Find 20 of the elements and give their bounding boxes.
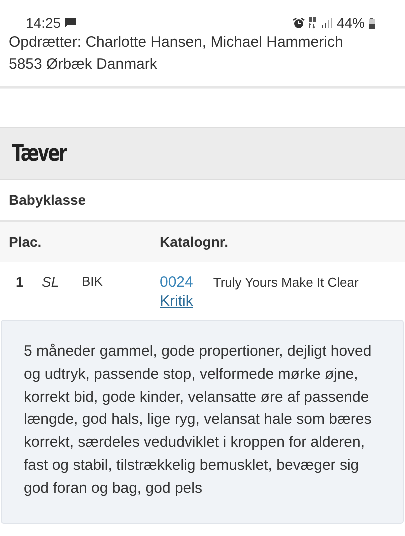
signal-icon	[320, 18, 333, 28]
alarm-icon	[292, 18, 305, 28]
critique-text: 5 måneder gammel, gode propertioner, dejligt hoved og udtryk, passende stop, velformede mørke øjne, korrekt bid, gode kinder, velansatte øre af passende længde, god hals, lige ryg, velansat hale som bæres korrekt, særdeles vedudviklet i kroppen for alderen, fast og stabil, tilstrækkelig bemusklet, bevæger sig god foran og bag, god pels	[24, 343, 372, 497]
dog-name: Truly Yours Make It Clear	[213, 275, 359, 290]
message-icon	[65, 18, 76, 28]
status-time: 14:25	[26, 15, 62, 31]
breeder-address: 5853 Ørbæk Danmark	[9, 55, 158, 75]
catalog-number-link[interactable]: 0024	[160, 274, 194, 291]
critique-link[interactable]: Kritik	[160, 293, 194, 310]
award: SL	[42, 274, 60, 290]
column-header: Katalognr.	[160, 234, 228, 250]
battery-icon	[369, 18, 375, 28]
class-name: Babyklasse	[9, 192, 86, 208]
placement: 1	[16, 274, 25, 290]
battery-level: 44%	[336, 15, 365, 31]
breeder-names: Opdrætter: Charlotte Hansen, Michael Hammerich	[9, 33, 344, 53]
network-icon	[308, 17, 317, 29]
section-title: Tæver	[12, 140, 66, 166]
grade: BIK	[82, 274, 104, 289]
column-header: Plac.	[9, 234, 43, 250]
